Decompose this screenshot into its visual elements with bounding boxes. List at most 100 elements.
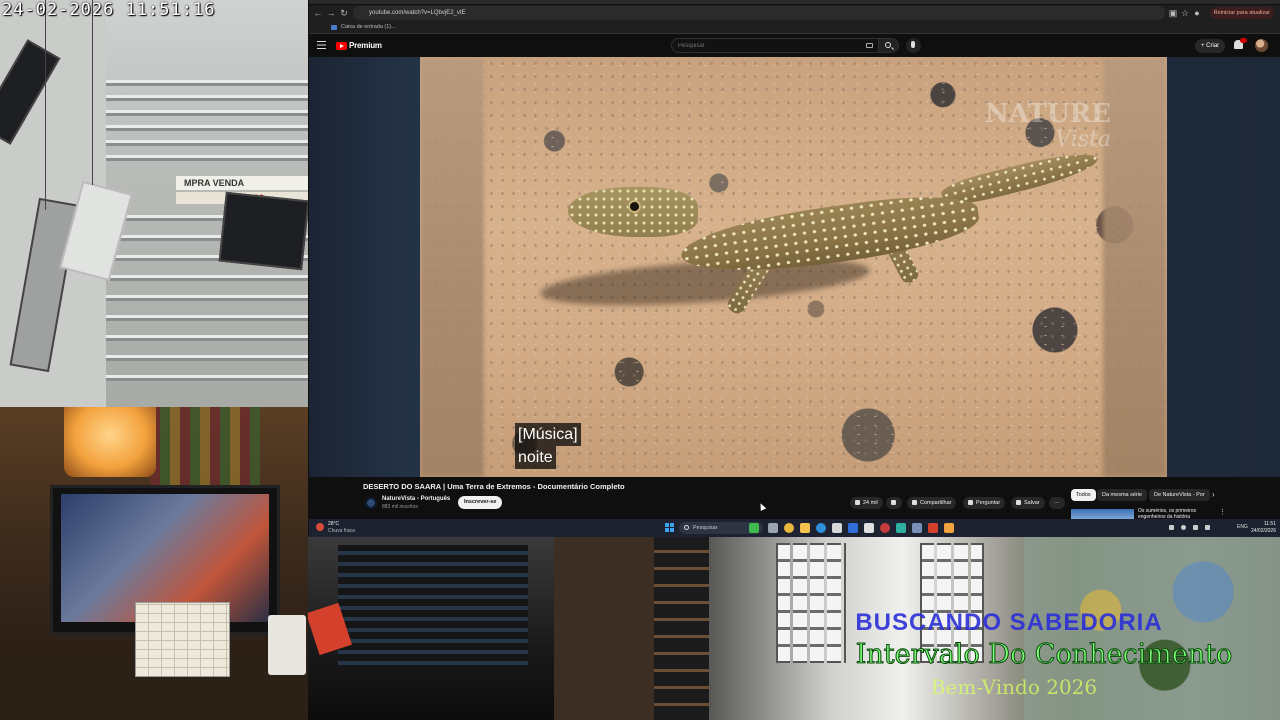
screen-capture: ← → ↻ youtube.com/watch?v=LQbvjE2_vtE ▣ …: [309, 0, 1280, 537]
weather-icon[interactable]: [316, 523, 324, 531]
create-button[interactable]: + Criar: [1195, 39, 1226, 53]
cable: [45, 0, 46, 210]
blind-slat: [106, 95, 308, 101]
app-tray-icon[interactable]: [1181, 525, 1186, 530]
browser-toolbar: ← → ↻ youtube.com/watch?v=LQbvjE2_vtE ▣ …: [309, 5, 1280, 21]
forward-icon[interactable]: →: [325, 6, 337, 20]
notification-badge: [1240, 38, 1247, 43]
voice-search-button[interactable]: [906, 38, 921, 53]
weather-description: Chuva fraca: [328, 528, 355, 534]
search-box[interactable]: [671, 38, 879, 53]
search-button[interactable]: [879, 38, 899, 53]
lizard-head: [568, 187, 698, 237]
keyboard-icon[interactable]: [866, 43, 873, 48]
reload-icon[interactable]: ↻: [338, 6, 350, 20]
mouse-cursor-icon: [757, 502, 767, 511]
blind-slat: [106, 315, 308, 321]
share-label: Compartilhar: [920, 500, 952, 506]
overlay-welcome: Bem-Vindo 2026: [930, 675, 1098, 699]
caption-line-1: [Música]: [515, 423, 581, 446]
app-icon[interactable]: [749, 523, 759, 533]
edge-icon[interactable]: [816, 523, 826, 533]
mic-icon: [911, 41, 915, 48]
subscriber-count: 883 mil inscritos: [382, 504, 418, 510]
save-button[interactable]: Salvar: [1011, 497, 1045, 509]
ask-button[interactable]: Perguntar: [963, 497, 1006, 509]
ask-label: Perguntar: [976, 500, 1001, 506]
channel-name[interactable]: NatureVista - Português: [382, 496, 450, 502]
onedrive-icon[interactable]: [1205, 525, 1210, 530]
chip-same-series[interactable]: Da mesma série: [1097, 489, 1148, 501]
file-explorer-icon[interactable]: [800, 523, 810, 533]
door-frame: [554, 537, 654, 720]
app-icon[interactable]: [880, 523, 890, 533]
bookmark-inbox[interactable]: Caixa de entrada (1)...: [331, 21, 396, 34]
studio-monitor: [338, 545, 528, 665]
camera-room-view: BUSCANDO SABEDORIA Intervalo Do Conhecim…: [554, 537, 1280, 720]
update-button[interactable]: Reiniciar para atualizar: [1209, 7, 1274, 19]
app-icon[interactable]: [928, 523, 938, 533]
subscribe-button[interactable]: Inscrever-se: [458, 496, 503, 509]
camera-studio-view: [308, 537, 554, 720]
shelves: [654, 537, 709, 720]
chrome-icon[interactable]: [784, 523, 794, 533]
app-icon[interactable]: [896, 523, 906, 533]
browser-tab-strip: [309, 0, 1280, 4]
like-count: 24 mil: [863, 500, 878, 506]
back-icon[interactable]: ←: [312, 6, 324, 20]
youtube-play-icon: [336, 41, 347, 50]
thumbs-down-icon: [891, 499, 896, 505]
youtube-logo-text: Premium: [349, 41, 382, 50]
store-icon[interactable]: [832, 523, 842, 533]
camera-timestamp: 24-02-2026 11:51:16: [2, 0, 216, 20]
video-frame[interactable]: NATURE Vista: [420, 57, 1167, 477]
chevron-right-icon[interactable]: ›: [1212, 489, 1222, 501]
chip-channel[interactable]: De NatureVista - Por: [1149, 489, 1210, 501]
blind-slat: [106, 335, 308, 341]
network-icon[interactable]: [1193, 525, 1198, 530]
search-icon: [684, 525, 689, 530]
app-icon[interactable]: [912, 523, 922, 533]
shop-sign: MPRA VENDA: [176, 176, 308, 190]
camera-desk-view: [0, 407, 308, 720]
app-icon[interactable]: [944, 523, 954, 533]
overlay-title: BUSCANDO SABEDORIA: [855, 609, 1163, 636]
account-avatar[interactable]: [1255, 39, 1268, 52]
weather-temperature: 28°C: [328, 521, 340, 527]
hamburger-menu-icon[interactable]: [317, 41, 326, 49]
overlay-subtitle: Intervalo Do Conhecimento: [855, 639, 1233, 671]
share-button[interactable]: Compartilhar: [907, 497, 957, 509]
clock-time[interactable]: 11:51: [1254, 521, 1276, 527]
bottle: [268, 615, 306, 675]
more-actions-button[interactable]: ···: [1049, 497, 1065, 509]
dislike-button[interactable]: [886, 497, 902, 509]
like-button[interactable]: 24 mil: [850, 497, 883, 509]
bookmarks-bar: Caixa de entrada (1)...: [309, 21, 1280, 34]
bookmark-icon: [1016, 499, 1021, 505]
clock-date[interactable]: 24/02/2026: [1244, 528, 1276, 534]
thumbs-up-icon: [855, 499, 860, 505]
stream-composite: MPRA VENDA 865-3622 24-02-2026 11:51:16 …: [0, 0, 1280, 720]
profile-icon[interactable]: ●: [1191, 6, 1203, 20]
kebab-menu-icon[interactable]: ⋮: [1219, 508, 1226, 516]
task-view-icon[interactable]: [768, 523, 778, 533]
video-blur-edge: [1103, 57, 1167, 477]
windows-start-icon[interactable]: [665, 523, 674, 532]
blind-slat: [106, 155, 308, 161]
chevron-up-icon[interactable]: [1169, 525, 1174, 530]
camera-street-view: MPRA VENDA 865-3622 24-02-2026 11:51:16: [0, 0, 308, 407]
chip-all[interactable]: Todos: [1071, 489, 1096, 501]
search-input[interactable]: [678, 39, 858, 52]
app-icon[interactable]: [848, 523, 858, 533]
bookmark-star-icon[interactable]: ☆: [1179, 6, 1191, 20]
address-bar[interactable]: youtube.com/watch?v=LQbvjE2_vtE: [353, 6, 1165, 20]
watermark-line1: NATURE: [985, 99, 1111, 129]
video-title: DESERTO DO SAARA | Uma Terra de Extremos…: [363, 482, 625, 491]
youtube-logo[interactable]: Premium: [336, 40, 382, 51]
video-player[interactable]: NATURE Vista [Música] noite: [309, 57, 1280, 477]
blind-slat: [106, 140, 308, 146]
channel-avatar[interactable]: [365, 497, 377, 509]
app-icon[interactable]: [864, 523, 874, 533]
extension-icon[interactable]: ▣: [1167, 6, 1179, 20]
share-icon: [912, 499, 917, 505]
